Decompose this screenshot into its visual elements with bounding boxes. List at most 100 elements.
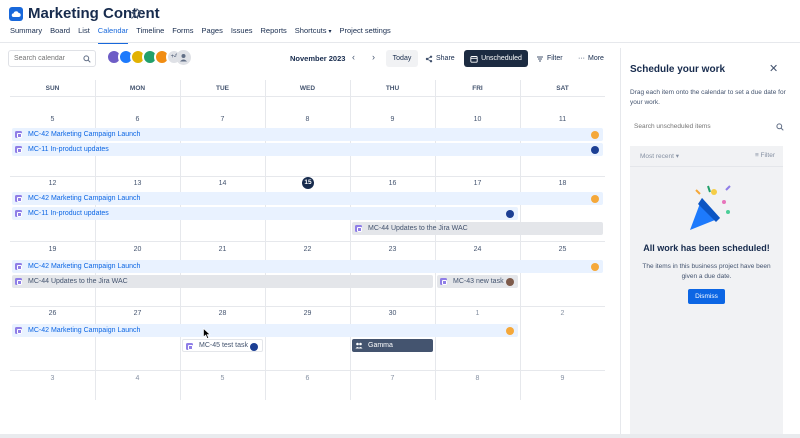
avatar-group[interactable]: +4 — [106, 49, 182, 65]
search-icon — [83, 55, 91, 63]
day-number[interactable]: 8 — [435, 375, 520, 382]
epic-icon — [440, 278, 447, 285]
unscheduled-search-field[interactable] — [630, 120, 788, 134]
day-number[interactable]: 7 — [180, 116, 265, 123]
filter-icon: ≡ — [754, 152, 759, 159]
tab-timeline[interactable]: Timeline — [132, 26, 168, 42]
tab-summary[interactable]: Summary — [6, 26, 46, 42]
event-bar[interactable]: MC-42 Marketing Campaign Launch — [12, 128, 603, 141]
tab-forms[interactable]: Forms — [168, 26, 197, 42]
day-number[interactable]: 1 — [435, 310, 520, 317]
close-icon[interactable]: ✕ — [769, 62, 778, 75]
day-number[interactable]: 4 — [95, 375, 180, 382]
event-bar[interactable]: MC-11 In-product updates — [12, 143, 603, 156]
event-bar[interactable]: MC-43 new task — [437, 275, 518, 288]
day-number[interactable]: 28 — [180, 310, 265, 317]
day-number[interactable]: 11 — [520, 116, 605, 123]
add-person-icon[interactable] — [176, 50, 191, 65]
day-number[interactable]: 13 — [95, 180, 180, 187]
day-number[interactable]: 27 — [95, 310, 180, 317]
day-number[interactable]: 5 — [180, 375, 265, 382]
tab-project-settings[interactable]: Project settings — [335, 26, 394, 42]
today-button[interactable]: Today — [386, 50, 418, 67]
day-number[interactable]: 7 — [350, 375, 435, 382]
tab-pages[interactable]: Pages — [198, 26, 227, 42]
day-number[interactable]: 26 — [10, 310, 95, 317]
event-label: MC-42 Marketing Campaign Launch — [28, 195, 141, 202]
day-number[interactable]: 30 — [350, 310, 435, 317]
day-number[interactable]: 17 — [435, 180, 520, 187]
panel-description: Drag each item onto the calendar to set … — [630, 89, 786, 106]
unscheduled-button[interactable]: Unscheduled — [464, 50, 528, 67]
grid-line — [10, 370, 605, 371]
day-number[interactable]: 23 — [350, 246, 435, 253]
filter-label: Filter — [547, 55, 563, 62]
day-number[interactable]: 14 — [180, 180, 265, 187]
tab-board[interactable]: Board — [46, 26, 74, 42]
day-number[interactable]: 16 — [350, 180, 435, 187]
day-number[interactable]: 20 — [95, 246, 180, 253]
divider — [630, 166, 783, 167]
epic-icon — [15, 195, 22, 202]
event-label: MC-11 In-product updates — [28, 210, 109, 217]
day-number[interactable]: 6 — [95, 116, 180, 123]
tab-list[interactable]: List — [74, 26, 94, 42]
weekday-header: SUN — [45, 85, 60, 92]
day-number[interactable]: 21 — [180, 246, 265, 253]
sort-dropdown[interactable]: Most recent ▾ — [640, 152, 679, 160]
more-button[interactable]: ··· More — [578, 50, 604, 67]
avatar — [591, 145, 599, 154]
bottom-scrollbar[interactable] — [0, 434, 800, 438]
unscheduled-search-input[interactable] — [634, 123, 764, 130]
day-number[interactable]: 18 — [520, 180, 605, 187]
day-number[interactable]: 6 — [265, 375, 350, 382]
filter-button[interactable]: Filter — [536, 50, 563, 67]
day-number[interactable]: 2 — [520, 310, 605, 317]
schedule-panel: Schedule your work ✕ Drag each item onto… — [620, 48, 795, 434]
search-input[interactable] — [14, 55, 84, 62]
day-number[interactable]: 5 — [10, 116, 95, 123]
event-bar[interactable]: MC-44 Updates to the Jira WAC — [352, 222, 603, 235]
tab-shortcuts[interactable]: Shortcuts ▾ — [291, 26, 336, 42]
epic-icon — [15, 263, 22, 270]
event-bar[interactable]: Gamma — [352, 339, 433, 352]
mouse-pointer-icon — [203, 328, 211, 339]
next-month-icon[interactable]: › — [372, 52, 375, 62]
event-bar[interactable]: MC-42 Marketing Campaign Launch — [12, 260, 603, 273]
event-bar[interactable]: MC-45 test task — [182, 339, 263, 352]
day-number[interactable]: 8 — [265, 116, 350, 123]
day-number[interactable]: 3 — [10, 375, 95, 382]
share-button[interactable]: Share — [425, 50, 455, 67]
tab-issues[interactable]: Issues — [227, 26, 257, 42]
day-number[interactable]: 19 — [10, 246, 95, 253]
avatar — [506, 326, 514, 335]
dismiss-button[interactable]: Dismiss — [688, 289, 725, 304]
day-number[interactable]: 9 — [520, 375, 605, 382]
day-number[interactable]: 25 — [520, 246, 605, 253]
day-number[interactable]: 22 — [265, 246, 350, 253]
avatar — [591, 130, 599, 139]
avatar — [591, 194, 599, 203]
day-number[interactable]: 9 — [350, 116, 435, 123]
more-label: More — [588, 55, 604, 62]
event-label: Gamma — [368, 342, 393, 349]
pin-icon[interactable] — [130, 8, 142, 20]
event-bar[interactable]: MC-42 Marketing Campaign Launch — [12, 192, 603, 205]
panel-filter-button[interactable]: ≡ Filter — [755, 152, 775, 159]
event-bar[interactable]: MC-44 Updates to the Jira WAC — [12, 275, 433, 288]
tab-reports[interactable]: Reports — [257, 26, 291, 42]
today-indicator[interactable]: 15 — [302, 177, 314, 189]
event-bar[interactable]: MC-11 In-product updates — [12, 207, 518, 220]
search-calendar-field[interactable] — [8, 50, 96, 67]
event-bar[interactable]: MC-42 Marketing Campaign Launch — [12, 324, 518, 337]
cloud-icon — [9, 7, 23, 21]
day-number[interactable]: 10 — [435, 116, 520, 123]
unscheduled-list: Most recent ▾ ≡ Filter All work has been… — [630, 146, 783, 434]
tab-calendar[interactable]: Calendar — [94, 26, 132, 44]
sort-label: Most recent — [640, 153, 674, 160]
day-number[interactable]: 29 — [265, 310, 350, 317]
previous-month-icon[interactable]: ‹ — [352, 52, 355, 62]
day-number[interactable]: 12 — [10, 180, 95, 187]
day-number[interactable]: 24 — [435, 246, 520, 253]
avatar — [506, 277, 514, 286]
